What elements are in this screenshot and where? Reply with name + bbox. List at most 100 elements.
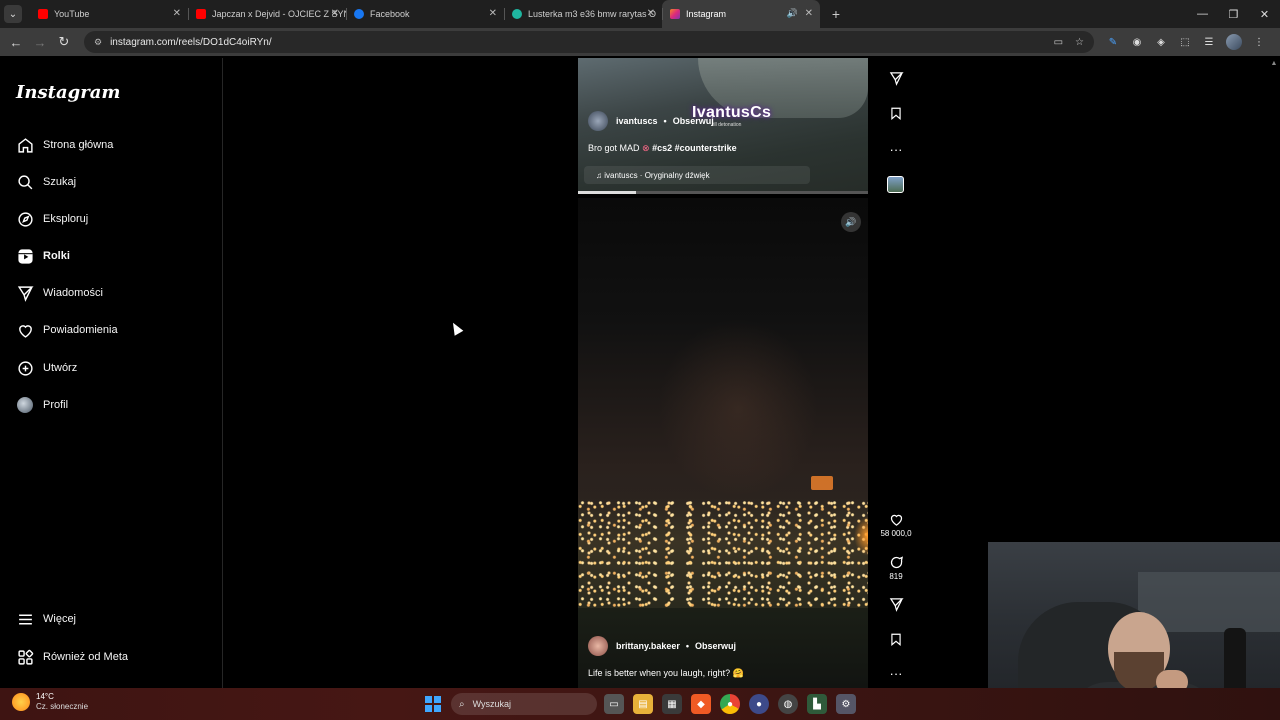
- sidebar-item-search[interactable]: Szukaj: [16, 170, 216, 194]
- back-arrow-icon[interactable]: ←: [4, 35, 28, 50]
- menu-dots-icon[interactable]: ⋮: [1252, 35, 1266, 49]
- follow-button[interactable]: Obserwuj: [695, 641, 736, 651]
- save-button[interactable]: [884, 632, 908, 647]
- mute-toggle[interactable]: 🔊: [841, 212, 861, 232]
- extension-icon[interactable]: ◉: [1130, 35, 1144, 49]
- video-frame: [578, 498, 868, 608]
- puzzle-icon[interactable]: ⬚: [1178, 35, 1192, 49]
- reload-icon[interactable]: ↻: [52, 34, 76, 50]
- media-control-icon[interactable]: ☰: [1202, 35, 1216, 49]
- search-placeholder: Wyszukaj: [472, 699, 512, 709]
- instagram-logo[interactable]: Instagram: [16, 82, 120, 103]
- tab-japczan[interactable]: Japczan x Dejvid - OJCIEC Z SYN ✕: [188, 0, 346, 28]
- share-button[interactable]: [884, 597, 908, 612]
- url-text: instagram.com/reels/DO1dC4oiRYn/: [110, 36, 272, 48]
- extension-icon[interactable]: ◈: [1154, 35, 1168, 49]
- speaker-icon: 🔊: [845, 216, 857, 227]
- sidebar-item-create[interactable]: Utwórz: [16, 356, 216, 380]
- reel-audio[interactable]: ♫ ivantuscs · Oryginalny dźwięk: [596, 171, 710, 180]
- settings-icon[interactable]: ⚙: [836, 694, 856, 714]
- extension-icon[interactable]: ✎: [1106, 35, 1120, 49]
- close-icon[interactable]: ✕: [489, 8, 497, 19]
- task-view-icon[interactable]: ▭: [604, 694, 624, 714]
- app-icon[interactable]: ●: [749, 694, 769, 714]
- scroll-up-icon[interactable]: ▲: [1270, 60, 1278, 67]
- caption-hashtags[interactable]: #cs2 #counterstrike: [652, 143, 737, 153]
- sidebar-item-profile[interactable]: Profil: [16, 393, 216, 417]
- more-options-button[interactable]: ···: [884, 142, 908, 157]
- send-icon: [16, 284, 34, 302]
- audio-thumbnail[interactable]: [887, 176, 904, 193]
- search-icon: [16, 173, 34, 191]
- taskbar-search[interactable]: ⌕ Wyszukaj: [451, 693, 597, 715]
- chrome-icon[interactable]: ●: [720, 694, 740, 714]
- speaker-icon[interactable]: 🔊: [787, 8, 798, 19]
- forward-arrow-icon[interactable]: →: [28, 35, 52, 50]
- tab-title: Lusterka m3 e36 bmw rarytas O: [528, 9, 657, 19]
- weather-sun-icon: [12, 693, 30, 711]
- sidebar-item-more[interactable]: Więcej: [16, 607, 216, 631]
- restore-icon[interactable]: ❐: [1218, 0, 1249, 28]
- tab-title: YouTube: [54, 9, 90, 19]
- minimize-icon[interactable]: —: [1187, 0, 1218, 28]
- close-icon[interactable]: ✕: [805, 8, 813, 19]
- file-explorer-icon[interactable]: ▤: [633, 694, 653, 714]
- more-options-button[interactable]: ···: [884, 666, 908, 681]
- cast-icon[interactable]: ▭: [1054, 37, 1063, 48]
- heart-icon: [16, 321, 34, 339]
- like-button[interactable]: 58 000,0: [880, 512, 912, 538]
- bookmark-star-icon[interactable]: ☆: [1075, 37, 1084, 48]
- meta-grid-icon: [16, 648, 34, 666]
- tab-youtube[interactable]: YouTube ✕: [30, 0, 188, 28]
- brave-icon[interactable]: ◆: [691, 694, 711, 714]
- sidebar-item-explore[interactable]: Eksploruj: [16, 207, 216, 231]
- compass-icon: [16, 210, 34, 228]
- url-bar[interactable]: ⚙ instagram.com/reels/DO1dC4oiRYn/ ▭ ☆: [84, 31, 1094, 53]
- author-username[interactable]: brittany.bakeer: [616, 641, 680, 651]
- author-username[interactable]: ivantuscs: [616, 116, 658, 126]
- store-icon[interactable]: ▦: [662, 694, 682, 714]
- follow-button[interactable]: Obserwuj: [673, 116, 714, 126]
- video-progress[interactable]: [578, 191, 868, 194]
- sidebar-item-label: Strona główna: [43, 139, 114, 151]
- sidebar-item-home[interactable]: Strona główna: [16, 133, 216, 157]
- app-icon[interactable]: ▙: [807, 694, 827, 714]
- tab-facebook[interactable]: Facebook ✕: [346, 0, 504, 28]
- close-icon[interactable]: ✕: [173, 8, 181, 19]
- author-avatar[interactable]: [588, 111, 608, 131]
- comment-button[interactable]: 819: [884, 555, 908, 581]
- extensions-area: ✎ ◉ ◈ ⬚ ☰ ⋮: [1106, 34, 1266, 50]
- reel-video-current[interactable]: [578, 198, 868, 688]
- angry-emoji-icon: ⊗: [642, 143, 650, 153]
- sidebar-item-reels[interactable]: Rolki: [16, 244, 216, 268]
- close-icon[interactable]: ✕: [331, 8, 339, 19]
- sidebar-item-messages[interactable]: Wiadomości: [16, 281, 216, 305]
- profile-avatar[interactable]: [1226, 34, 1242, 50]
- tab-instagram[interactable]: Instagram 🔊 ✕: [662, 0, 820, 28]
- sidebar-item-label: Utwórz: [43, 362, 78, 374]
- tab-search-button[interactable]: ⌄: [4, 5, 22, 23]
- site-settings-icon[interactable]: ⚙: [94, 37, 102, 48]
- close-icon[interactable]: ✕: [647, 8, 655, 19]
- new-tab-button[interactable]: +: [826, 6, 846, 22]
- instagram-icon: [670, 9, 680, 19]
- close-window-icon[interactable]: ✕: [1249, 0, 1280, 28]
- send-icon: [889, 598, 904, 612]
- plus-square-icon: [16, 359, 34, 377]
- sidebar-item-label: Profil: [43, 399, 69, 411]
- sidebar-item-label: Więcej: [43, 613, 77, 625]
- youtube-icon: [196, 9, 206, 19]
- tab-lusterka[interactable]: Lusterka m3 e36 bmw rarytas O ✕: [504, 0, 662, 28]
- video-frame: [811, 476, 833, 490]
- reels-icon: [16, 247, 34, 265]
- sidebar-item-notifications[interactable]: Powiadomienia: [16, 318, 216, 342]
- reel-author: ivantuscs • Obserwuj: [588, 111, 714, 131]
- windows-start-icon[interactable]: [425, 696, 441, 712]
- sidebar-item-meta[interactable]: Również od Meta: [16, 645, 216, 669]
- save-button[interactable]: [884, 106, 908, 121]
- app-icon[interactable]: ◍: [778, 694, 798, 714]
- share-button[interactable]: [884, 71, 908, 86]
- weather-widget[interactable]: 14°C Cz. słonecznie: [12, 692, 88, 712]
- author-avatar[interactable]: [588, 636, 608, 656]
- instagram-sidebar: Instagram Strona główna Szukaj Eksploruj…: [0, 58, 223, 688]
